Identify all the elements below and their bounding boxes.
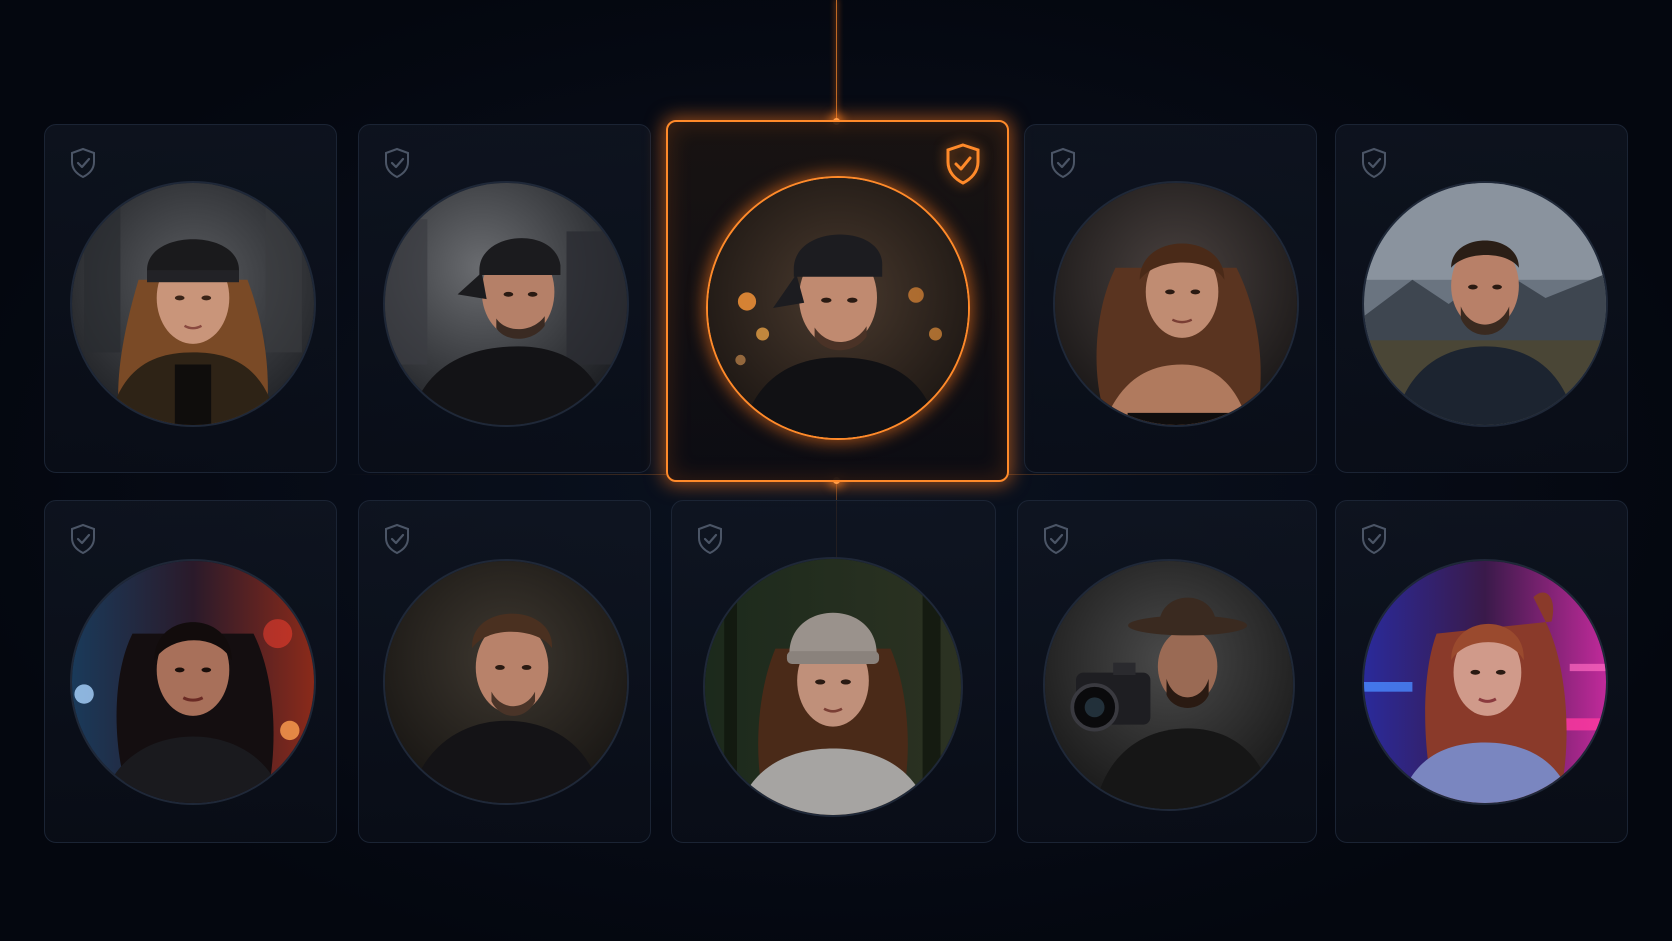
shield-check-icon [71,523,95,555]
photographer-hat-camera-portrait [1045,561,1293,809]
profile-card[interactable] [44,500,337,843]
man-mountains-portrait [1364,183,1606,425]
shield-check-icon [1362,523,1386,555]
shield-check-icon [946,143,980,185]
woman-wavy-hair-portrait [1055,183,1297,425]
shield-check-icon [71,147,95,179]
woman-neon-red-portrait [72,561,314,803]
profile-card[interactable] [1335,500,1628,843]
profile-card[interactable] [671,500,996,843]
avatar[interactable] [1362,559,1608,805]
avatar[interactable] [383,181,629,427]
profile-card[interactable] [358,124,651,473]
woman-neon-pink-portrait [1364,561,1606,803]
selection-guide-horizontal-right [1008,474,1328,475]
selection-guide-horizontal-left [340,474,666,475]
profile-card[interactable] [1335,124,1628,473]
avatar[interactable] [1362,181,1608,427]
avatar[interactable] [70,559,316,805]
shield-check-icon [698,523,722,555]
selection-guide-vertical-top [836,0,837,120]
shield-check-icon [385,523,409,555]
shield-check-icon [385,147,409,179]
shield-check-icon [1051,147,1075,179]
woman-beanie-portrait [72,183,314,425]
avatar[interactable] [1043,559,1295,811]
profile-grid-stage [0,0,1672,941]
profile-card[interactable] [1017,500,1317,843]
avatar[interactable] [70,181,316,427]
avatar[interactable] [383,559,629,805]
man-hoodie-portrait [385,561,627,803]
profile-card[interactable] [1024,124,1317,473]
avatar[interactable] [706,176,970,440]
avatar[interactable] [703,557,963,817]
avatar[interactable] [1053,181,1299,427]
shield-check-icon [1362,147,1386,179]
profile-card[interactable] [358,500,651,843]
man-backwards-cap-bokeh-portrait [708,178,968,438]
woman-knit-beanie-forest-portrait [705,559,961,815]
man-backwards-cap-portrait [385,183,627,425]
profile-card-selected[interactable] [666,120,1009,482]
shield-check-icon [1044,523,1068,555]
profile-card[interactable] [44,124,337,473]
